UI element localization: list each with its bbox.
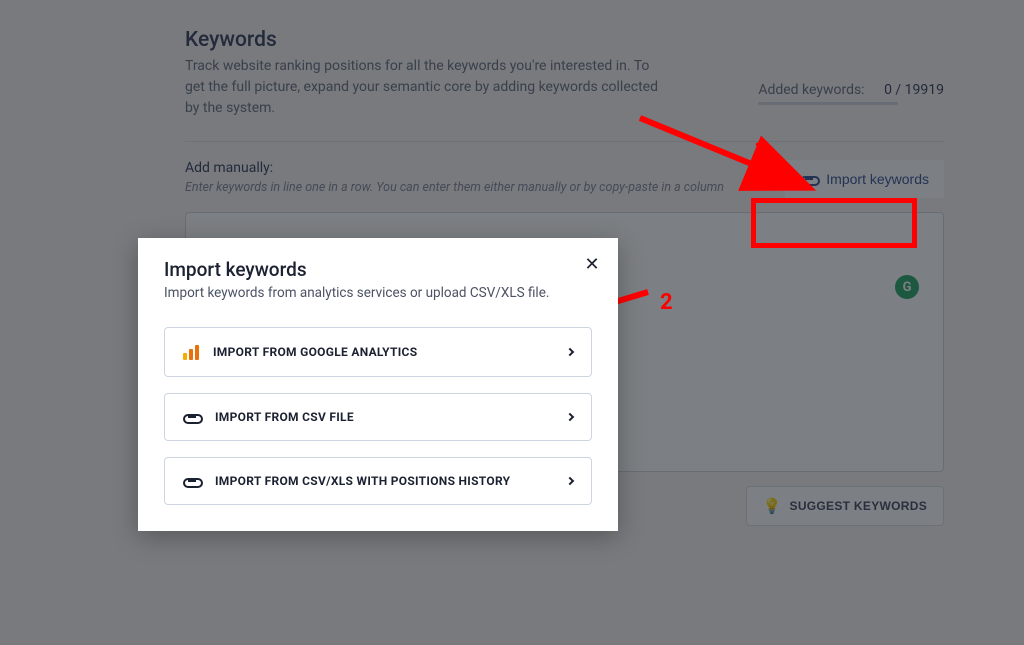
modal-description: Import keywords from analytics services … [164,285,592,301]
chevron-right-icon [566,413,574,421]
chevron-right-icon [566,348,574,356]
import-option-label: IMPORT FROM GOOGLE ANALYTICS [213,345,417,359]
attach-icon [183,412,201,422]
import-option-label: IMPORT FROM CSV/XLS WITH POSITIONS HISTO… [215,474,510,488]
import-option-csv-xls-history[interactable]: IMPORT FROM CSV/XLS WITH POSITIONS HISTO… [164,457,592,505]
modal-title: Import keywords [164,258,592,281]
chevron-right-icon [566,477,574,485]
close-icon: ✕ [584,254,599,275]
import-option-label: IMPORT FROM CSV FILE [215,410,354,424]
close-button[interactable]: ✕ [580,252,604,276]
import-option-google-analytics[interactable]: IMPORT FROM GOOGLE ANALYTICS [164,327,592,377]
import-option-csv[interactable]: IMPORT FROM CSV FILE [164,393,592,441]
google-analytics-icon [183,344,199,360]
import-keywords-modal: ✕ Import keywords Import keywords from a… [138,238,618,531]
attach-icon [183,476,201,486]
